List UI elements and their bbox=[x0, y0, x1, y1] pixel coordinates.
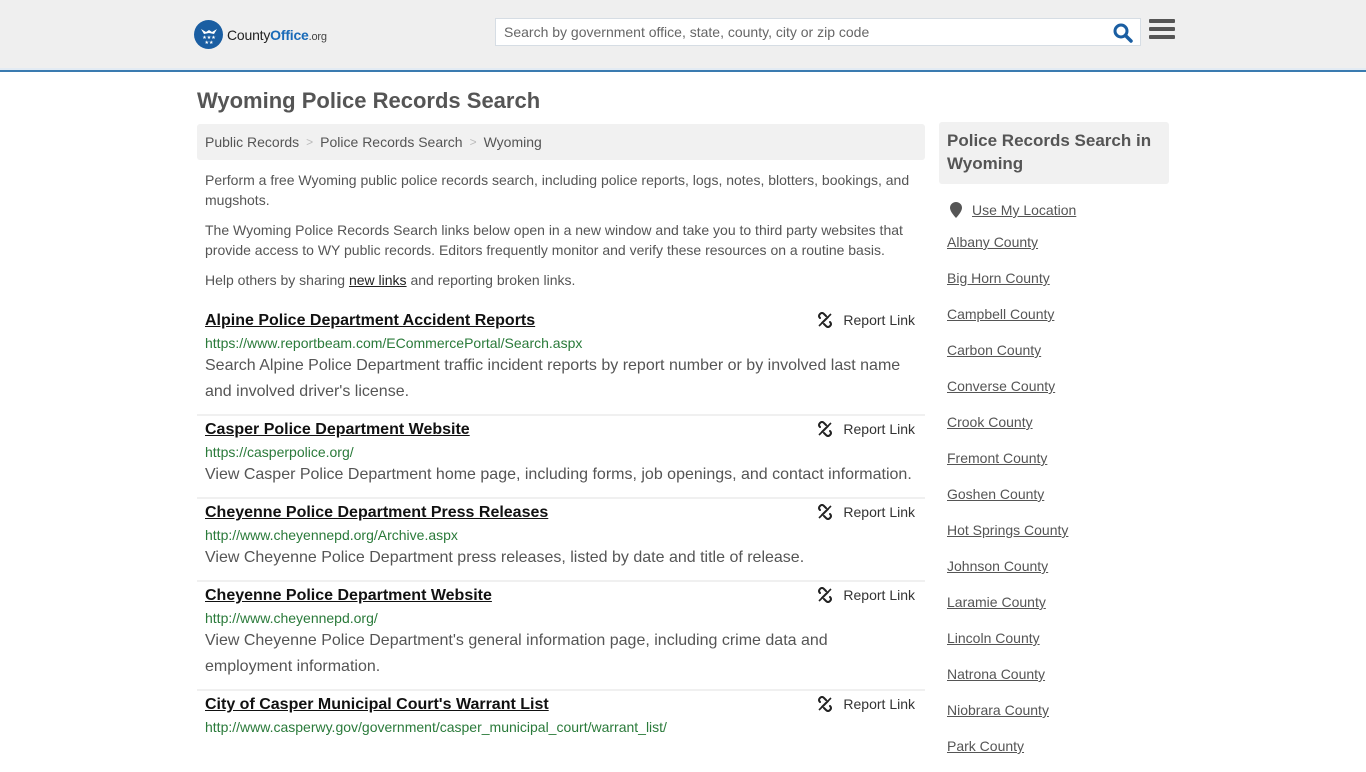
result-url[interactable]: http://www.cheyennepd.org/Archive.aspx bbox=[205, 527, 917, 543]
result-url[interactable]: https://casperpolice.org/ bbox=[205, 444, 917, 460]
search-bar bbox=[495, 18, 1141, 46]
breadcrumb-public-records[interactable]: Public Records bbox=[205, 134, 299, 150]
site-header: ★★★ ★★ CountyOffice.org bbox=[0, 0, 1366, 72]
eagle-stars-icon: ★★★ ★★ bbox=[194, 20, 223, 49]
broken-link-icon bbox=[818, 504, 833, 520]
result-item: Alpine Police Department Accident Report… bbox=[197, 307, 925, 416]
county-item: Laramie County bbox=[947, 592, 1169, 628]
result-title-link[interactable]: Casper Police Department Website bbox=[205, 420, 470, 440]
county-item: Natrona County bbox=[947, 664, 1169, 700]
county-link[interactable]: Laramie County bbox=[947, 594, 1046, 610]
broken-link-icon bbox=[818, 587, 833, 603]
result-item: Casper Police Department Website Report … bbox=[197, 416, 925, 499]
county-link[interactable]: Big Horn County bbox=[947, 270, 1050, 286]
county-link[interactable]: Park County bbox=[947, 738, 1024, 754]
report-link-button[interactable]: Report Link bbox=[817, 504, 915, 520]
county-link[interactable]: Converse County bbox=[947, 378, 1055, 394]
county-item: Fremont County bbox=[947, 448, 1169, 484]
county-link[interactable]: Johnson County bbox=[947, 558, 1048, 574]
search-input[interactable] bbox=[496, 19, 1106, 45]
county-link[interactable]: Natrona County bbox=[947, 666, 1045, 682]
county-item: Albany County bbox=[947, 232, 1169, 268]
result-title-link[interactable]: City of Casper Municipal Court's Warrant… bbox=[205, 695, 549, 715]
broken-link-icon bbox=[818, 312, 833, 328]
county-link[interactable]: Niobrara County bbox=[947, 702, 1049, 718]
intro-paragraph-2: The Wyoming Police Records Search links … bbox=[205, 222, 903, 258]
report-link-button[interactable]: Report Link bbox=[817, 587, 915, 603]
use-my-location: Use My Location bbox=[950, 202, 1169, 218]
svg-text:★★: ★★ bbox=[204, 40, 213, 45]
logo-text: CountyOffice.org bbox=[227, 26, 327, 43]
county-item: Lincoln County bbox=[947, 628, 1169, 664]
menu-icon-bar bbox=[1149, 19, 1175, 23]
sidebar-heading: Police Records Search in Wyoming bbox=[939, 122, 1169, 184]
result-title-link[interactable]: Alpine Police Department Accident Report… bbox=[205, 311, 535, 331]
site-logo[interactable]: ★★★ ★★ CountyOffice.org bbox=[194, 20, 327, 49]
county-item: Park County bbox=[947, 736, 1169, 772]
breadcrumb-separator: > bbox=[306, 135, 314, 149]
county-item: Carbon County bbox=[947, 340, 1169, 376]
result-url[interactable]: http://www.casperwy.gov/government/caspe… bbox=[205, 719, 917, 735]
results-list: Alpine Police Department Accident Report… bbox=[197, 307, 925, 744]
result-title-link[interactable]: Cheyenne Police Department Press Release… bbox=[205, 503, 548, 523]
county-item: Campbell County bbox=[947, 304, 1169, 340]
intro-paragraph-3: Help others by sharing new links and rep… bbox=[205, 272, 576, 288]
result-item: Cheyenne Police Department Website Repor… bbox=[197, 582, 925, 691]
menu-icon-bar bbox=[1149, 27, 1175, 31]
county-list: Albany County Big Horn County Campbell C… bbox=[947, 232, 1169, 772]
county-link[interactable]: Albany County bbox=[947, 234, 1038, 250]
result-title-link[interactable]: Cheyenne Police Department Website bbox=[205, 586, 492, 606]
county-item: Big Horn County bbox=[947, 268, 1169, 304]
county-item: Hot Springs County bbox=[947, 520, 1169, 556]
hamburger-menu-button[interactable] bbox=[1149, 19, 1175, 43]
county-link[interactable]: Lincoln County bbox=[947, 630, 1040, 646]
menu-icon-bar bbox=[1149, 35, 1175, 39]
result-url[interactable]: https://www.reportbeam.com/ECommercePort… bbox=[205, 335, 917, 351]
search-button[interactable] bbox=[1112, 22, 1134, 44]
county-item: Crook County bbox=[947, 412, 1169, 448]
report-link-button[interactable]: Report Link bbox=[817, 696, 915, 712]
sidebar: Police Records Search in Wyoming Use My … bbox=[939, 122, 1169, 772]
county-item: Goshen County bbox=[947, 484, 1169, 520]
county-link[interactable]: Carbon County bbox=[947, 342, 1041, 358]
county-link[interactable]: Campbell County bbox=[947, 306, 1054, 322]
county-item: Niobrara County bbox=[947, 700, 1169, 736]
use-my-location-link[interactable]: Use My Location bbox=[972, 202, 1076, 218]
breadcrumb-police-records-search[interactable]: Police Records Search bbox=[320, 134, 462, 150]
result-description: View Cheyenne Police Department's genera… bbox=[205, 632, 828, 675]
county-item: Converse County bbox=[947, 376, 1169, 412]
result-description: Search Alpine Police Department traffic … bbox=[205, 357, 901, 400]
broken-link-icon bbox=[818, 696, 833, 712]
result-description: View Casper Police Department home page,… bbox=[205, 466, 912, 483]
result-url[interactable]: http://www.cheyennepd.org/ bbox=[205, 610, 917, 626]
county-link[interactable]: Hot Springs County bbox=[947, 522, 1068, 538]
county-link[interactable]: Goshen County bbox=[947, 486, 1044, 502]
county-link[interactable]: Crook County bbox=[947, 414, 1033, 430]
broken-link-icon bbox=[818, 421, 833, 437]
breadcrumb-separator: > bbox=[469, 135, 477, 149]
report-link-button[interactable]: Report Link bbox=[817, 421, 915, 437]
result-item: City of Casper Municipal Court's Warrant… bbox=[197, 691, 925, 744]
map-pin-icon bbox=[950, 202, 962, 218]
intro-text: Perform a free Wyoming public police rec… bbox=[205, 170, 921, 300]
result-description: View Cheyenne Police Department press re… bbox=[205, 549, 805, 566]
search-icon bbox=[1113, 23, 1133, 43]
breadcrumb: Public Records > Police Records Search >… bbox=[197, 124, 925, 160]
page-title: Wyoming Police Records Search bbox=[197, 88, 541, 113]
county-item: Johnson County bbox=[947, 556, 1169, 592]
new-links-link[interactable]: new links bbox=[349, 272, 407, 288]
county-link[interactable]: Fremont County bbox=[947, 450, 1047, 466]
report-link-button[interactable]: Report Link bbox=[817, 312, 915, 328]
intro-paragraph-1: Perform a free Wyoming public police rec… bbox=[205, 172, 910, 208]
breadcrumb-current: Wyoming bbox=[483, 134, 542, 150]
result-item: Cheyenne Police Department Press Release… bbox=[197, 499, 925, 582]
